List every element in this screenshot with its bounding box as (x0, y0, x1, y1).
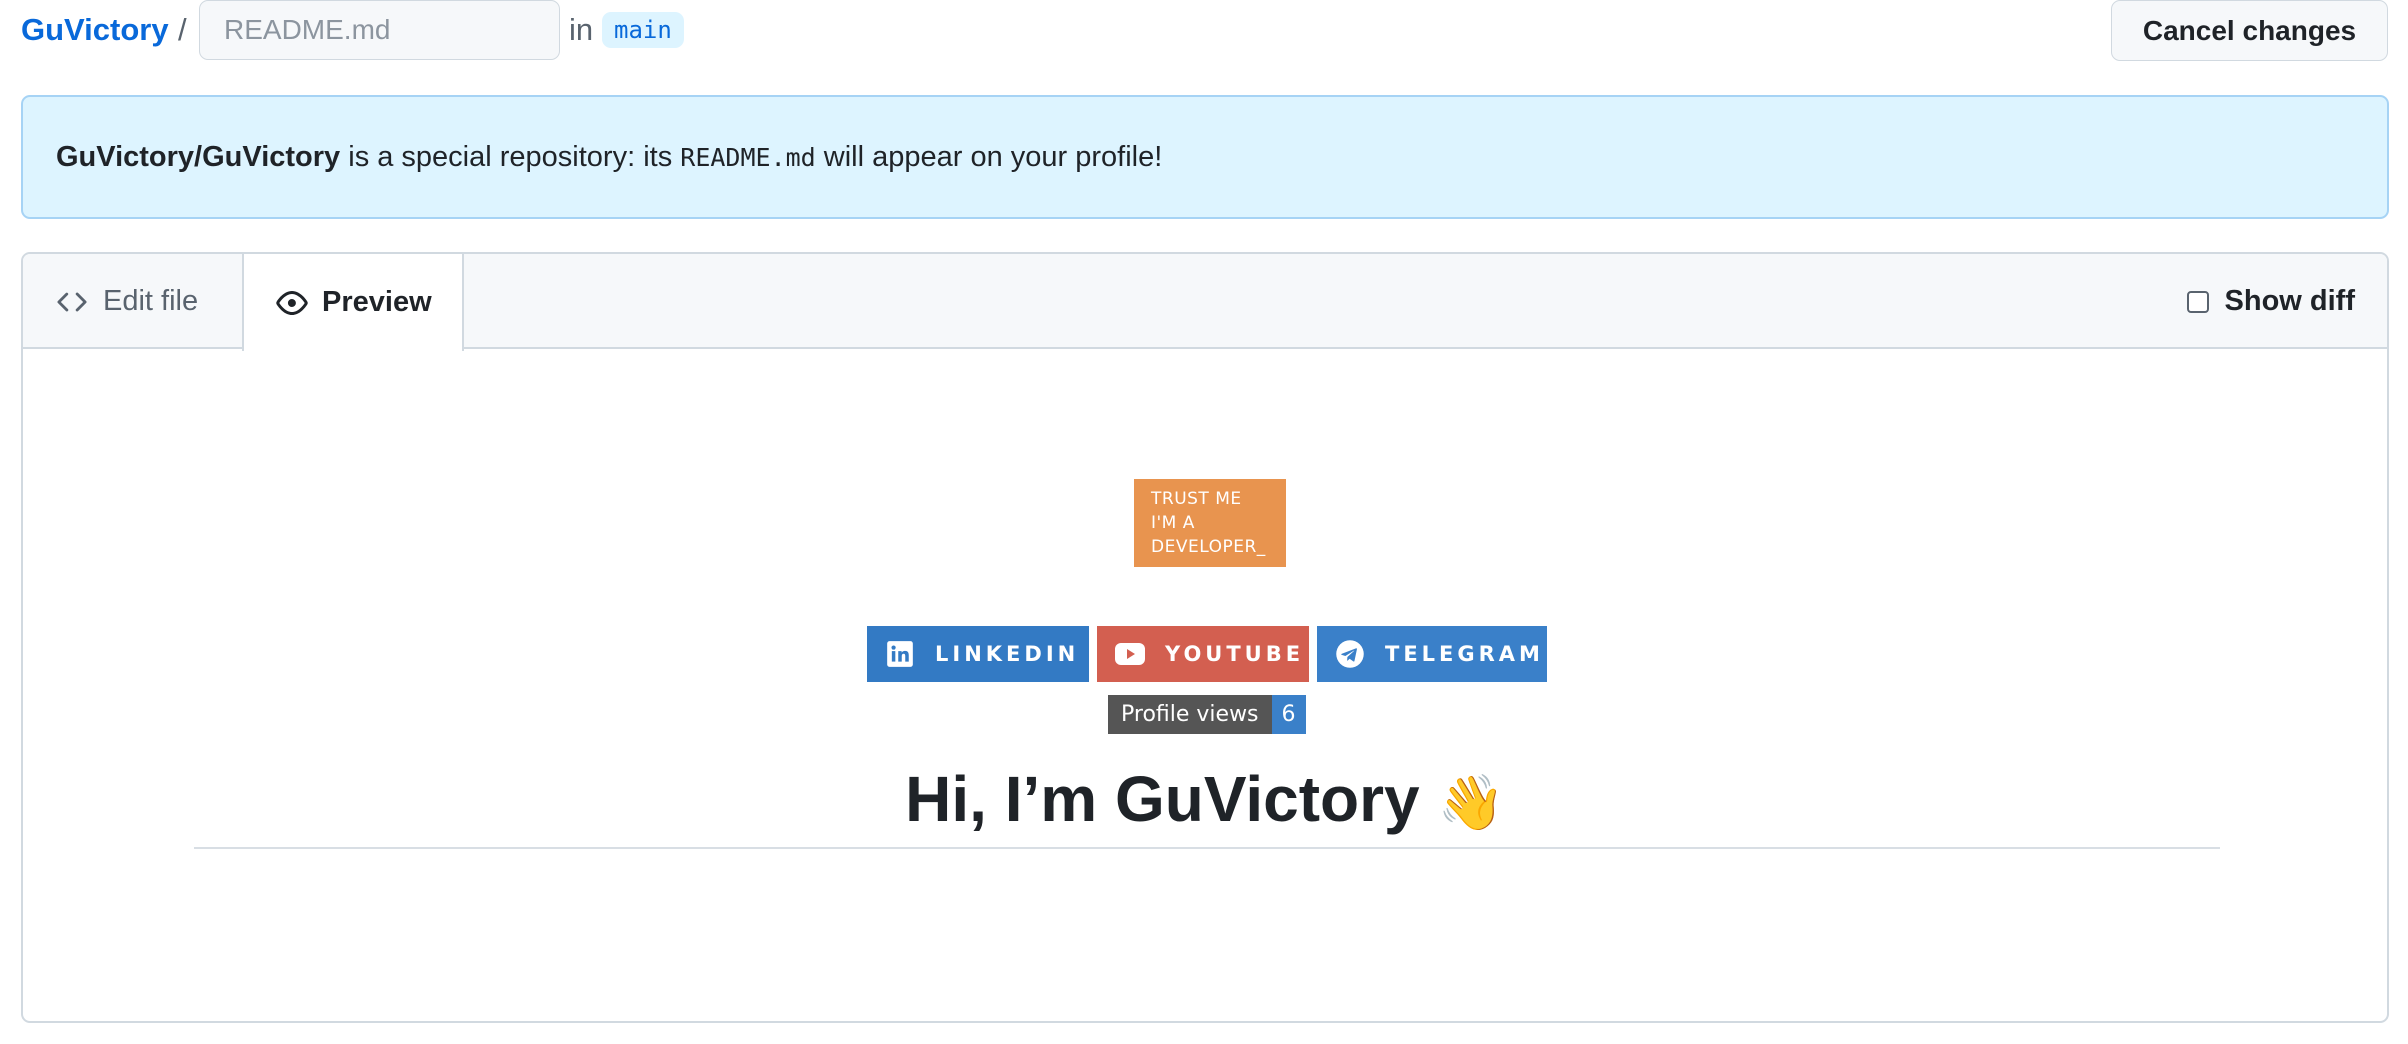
path-separator: / (178, 12, 187, 47)
telegram-badge-link[interactable]: TELEGRAM (1317, 626, 1547, 682)
show-diff-label: Show diff (2224, 285, 2355, 317)
code-icon (55, 285, 89, 319)
telegram-icon (1335, 639, 1365, 669)
filename-input[interactable] (199, 0, 560, 60)
trust-badge-line-1: TRUST ME (1151, 489, 1242, 509)
show-diff-checkbox[interactable] (2186, 290, 2209, 313)
readme-heading-text: Hi, I’m GuVictory (905, 763, 1420, 835)
special-repo-notice: GuVictory/GuVictory is a special reposit… (21, 95, 2389, 219)
trust-badge-line-3: DEVELOPER_ (1151, 537, 1266, 557)
repo-full-name: GuVictory/GuVictory (56, 140, 341, 173)
linkedin-badge-link[interactable]: LINKEDIN (867, 626, 1089, 682)
file-editor: Edit file Preview Show diff TRUST ME I'M… (21, 252, 2389, 1023)
tab-preview[interactable]: Preview (242, 254, 464, 351)
waving-hand-icon: 👋 (1437, 771, 1505, 834)
tab-edit-file[interactable]: Edit file (23, 254, 243, 349)
notice-code: README.md (680, 142, 816, 172)
editor-header: GuVictory / in main Cancel changes (0, 0, 2408, 70)
notice-text-after: will appear on your profile! (815, 140, 1163, 173)
in-label: in (569, 12, 594, 47)
repo-owner-link[interactable]: GuVictory (21, 10, 169, 50)
tab-edit-file-label: Edit file (103, 285, 199, 317)
markdown-preview: TRUST ME I'M A DEVELOPER_ LINKEDIN YOUTU… (23, 349, 2387, 1021)
youtube-label: YOUTUBE (1165, 642, 1305, 666)
trust-me-badge-image: TRUST ME I'M A DEVELOPER_ (1134, 479, 1286, 567)
linkedin-icon (885, 639, 915, 669)
trust-badge-line-2: I'M A (1151, 513, 1195, 533)
show-diff-toggle[interactable]: Show diff (2186, 254, 2355, 349)
tab-preview-label: Preview (322, 286, 432, 318)
profile-views-badge: Profile views 6 (1108, 695, 1306, 734)
youtube-icon (1115, 639, 1145, 669)
profile-views-count: 6 (1271, 695, 1306, 734)
branch-badge: main (602, 12, 684, 48)
profile-views-label: Profile views (1108, 695, 1272, 734)
notice-text-before: is a special repository: its (340, 140, 681, 173)
eye-icon (276, 286, 308, 320)
editor-tabbar: Edit file Preview Show diff (23, 254, 2387, 351)
readme-heading: Hi, I’m GuVictory 👋 (23, 759, 2387, 843)
telegram-label: TELEGRAM (1385, 642, 1544, 666)
youtube-badge-link[interactable]: YOUTUBE (1097, 626, 1309, 682)
linkedin-label: LINKEDIN (935, 642, 1080, 666)
cancel-changes-button[interactable]: Cancel changes (2111, 0, 2388, 61)
heading-divider (194, 847, 2220, 849)
